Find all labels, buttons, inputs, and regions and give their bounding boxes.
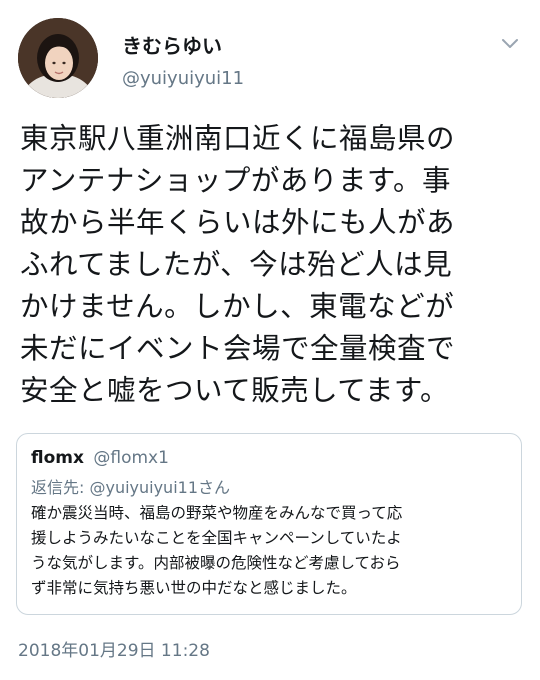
quoted-author: flomx @flomx1 — [31, 448, 169, 468]
author-handle[interactable]: @yuiyuiyui11 — [122, 68, 244, 89]
timestamp[interactable]: 2018年01月29日 11:28 — [18, 636, 210, 661]
quoted-author-name: flomx — [31, 448, 84, 468]
tweet-header: きむらゆい @yuiyuiyui11 — [14, 14, 526, 102]
tweet-card: きむらゆい @yuiyuiyui11 東京駅八重洲南口近くに福島県の アンテナシ… — [0, 0, 540, 680]
quoted-reply-to[interactable]: 返信先: @yuiyuiyui11さん — [31, 474, 230, 498]
tweet-text: 東京駅八重洲南口近くに福島県の アンテナショップがあります。事 故から半年くらい… — [20, 122, 456, 407]
quoted-tweet[interactable]: flomx @flomx1 返信先: @yuiyuiyui11さん 確か震災当時… — [16, 433, 522, 615]
avatar[interactable] — [18, 18, 98, 98]
quoted-author-handle: @flomx1 — [93, 448, 169, 468]
chevron-down-icon[interactable] — [498, 32, 522, 56]
avatar-photo — [18, 18, 98, 98]
author-name[interactable]: きむらゆい — [122, 30, 222, 59]
quoted-text: 確か震災当時、福島の野菜や物産をみんなで買って応 援しようみたいなことを全国キャ… — [31, 504, 403, 597]
